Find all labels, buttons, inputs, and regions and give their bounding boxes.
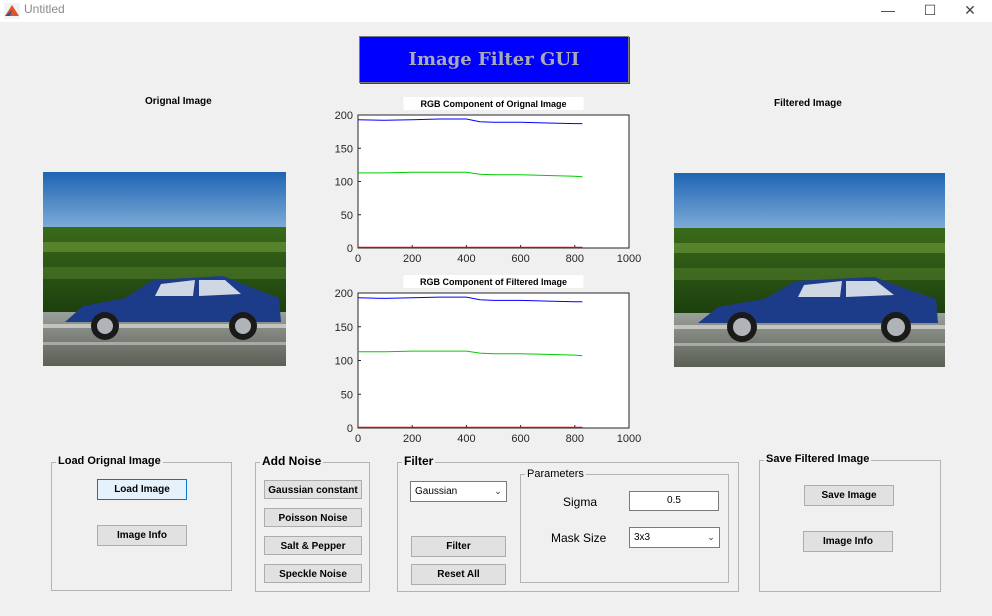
filter-type-select[interactable]: Gaussian ⌄ bbox=[410, 481, 507, 502]
original-y-tick-label: 50 bbox=[341, 210, 353, 222]
filtered-chart-title: RGB Component of Filtered Image bbox=[420, 277, 567, 287]
filtered-y-tick-label: 150 bbox=[335, 322, 353, 334]
mask-size-value: 3x3 bbox=[634, 532, 651, 543]
filtered-y-tick-label: 50 bbox=[341, 389, 353, 401]
original-x-tick-label: 0 bbox=[355, 253, 361, 265]
filtered-image-info-button[interactable]: Image Info bbox=[803, 531, 893, 552]
original-chart-title: RGB Component of Orignal Image bbox=[420, 99, 566, 109]
save-image-button[interactable]: Save Image bbox=[804, 485, 894, 506]
filtered-x-tick-label: 1000 bbox=[617, 433, 641, 445]
original-y-tick-label: 100 bbox=[335, 177, 353, 189]
sigma-label: Sigma bbox=[563, 495, 598, 509]
parameters-panel: Parameters Sigma 0.5 Mask Size 3x3 ⌄ bbox=[520, 468, 729, 583]
filtered-y-tick-label: 200 bbox=[335, 288, 353, 300]
filtered-plot-area bbox=[357, 292, 630, 429]
chevron-down-icon: ⌄ bbox=[494, 486, 502, 496]
filter-panel-title: Filter bbox=[402, 454, 436, 468]
load-image-button[interactable]: Load Image bbox=[97, 479, 187, 500]
sigma-input[interactable]: 0.5 bbox=[629, 491, 719, 511]
mask-size-select[interactable]: 3x3 ⌄ bbox=[629, 527, 720, 548]
chevron-down-icon: ⌄ bbox=[707, 532, 715, 542]
filtered-x-tick-label: 0 bbox=[355, 433, 361, 445]
original-y-tick-label: 200 bbox=[335, 110, 353, 122]
poisson-noise-button[interactable]: Poisson Noise bbox=[264, 508, 362, 527]
reset-all-button[interactable]: Reset All bbox=[411, 564, 506, 585]
original-y-tick-label: 0 bbox=[347, 243, 353, 255]
filtered-x-tick-label: 200 bbox=[403, 433, 421, 445]
filtered-x-tick-label: 800 bbox=[566, 433, 584, 445]
filtered-y-tick-label: 100 bbox=[335, 356, 353, 368]
filter-button[interactable]: Filter bbox=[411, 536, 506, 557]
save-panel: Save Filtered Image Save Image Image Inf… bbox=[759, 453, 941, 592]
save-panel-title: Save Filtered Image bbox=[764, 453, 872, 465]
original-x-tick-label: 200 bbox=[403, 253, 421, 265]
load-panel-title: Load Orignal Image bbox=[56, 455, 163, 467]
original-plot-area bbox=[357, 114, 630, 249]
original-x-tick-label: 800 bbox=[566, 253, 584, 265]
noise-panel-title: Add Noise bbox=[260, 454, 324, 468]
gaussian-noise-button[interactable]: Gaussian constant bbox=[264, 480, 362, 499]
speckle-noise-button[interactable]: Speckle Noise bbox=[264, 564, 362, 583]
filtered-x-tick-label: 600 bbox=[511, 433, 529, 445]
original-y-tick-label: 150 bbox=[335, 143, 353, 155]
original-x-tick-label: 400 bbox=[457, 253, 475, 265]
mask-size-label: Mask Size bbox=[551, 531, 607, 545]
original-x-tick-label: 1000 bbox=[617, 253, 641, 265]
parameters-panel-title: Parameters bbox=[525, 468, 586, 480]
filtered-x-tick-label: 400 bbox=[457, 433, 475, 445]
original-x-tick-label: 600 bbox=[511, 253, 529, 265]
noise-panel: Add Noise Gaussian constant Poisson Nois… bbox=[255, 454, 370, 592]
filter-panel: Filter Gaussian ⌄ Filter Reset All Param… bbox=[397, 454, 739, 592]
filter-type-value: Gaussian bbox=[415, 486, 458, 497]
original-image-info-button[interactable]: Image Info bbox=[97, 525, 187, 546]
filtered-y-tick-label: 0 bbox=[347, 423, 353, 435]
load-panel: Load Orignal Image Load Image Image Info bbox=[51, 455, 232, 591]
salt-pepper-button[interactable]: Salt & Pepper bbox=[264, 536, 362, 555]
